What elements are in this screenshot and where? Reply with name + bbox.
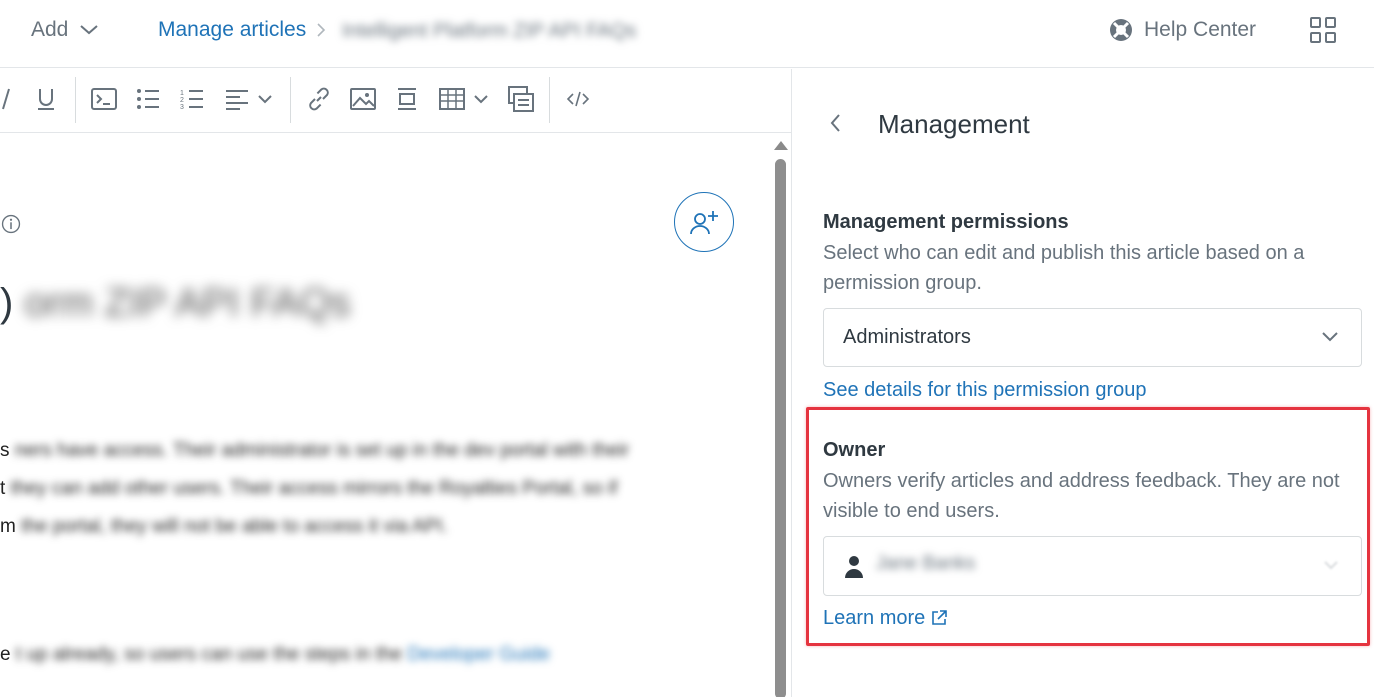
chevron-down-icon bbox=[80, 25, 99, 35]
lifebuoy-icon bbox=[1110, 19, 1132, 41]
embed-button[interactable] bbox=[393, 84, 421, 114]
owner-description: Owners verify articles and address feedb… bbox=[823, 470, 1340, 522]
editor-toolbar: 123 bbox=[0, 69, 792, 133]
link-icon bbox=[309, 87, 329, 111]
article-title[interactable]: ) orm ZIP API FAQs bbox=[0, 281, 350, 326]
external-link-icon bbox=[932, 610, 948, 625]
developer-guide-link[interactable]: Developer Guide bbox=[407, 644, 550, 665]
help-center-label: Help Center bbox=[1144, 18, 1257, 41]
editor-scrollbar[interactable] bbox=[770, 133, 792, 697]
paragraph-text: e bbox=[0, 644, 11, 665]
chevron-down-icon bbox=[474, 95, 488, 104]
align-left-icon bbox=[226, 90, 248, 110]
chevron-down-icon bbox=[1322, 332, 1338, 342]
content-block-icon bbox=[508, 86, 534, 112]
italic-icon bbox=[2, 88, 10, 110]
add-label: Add bbox=[31, 18, 69, 41]
italic-button[interactable] bbox=[0, 84, 14, 114]
editor-content[interactable]: ) orm ZIP API FAQs s ners have access. T… bbox=[0, 133, 770, 697]
toolbar-divider bbox=[549, 77, 550, 123]
svg-text:1: 1 bbox=[180, 90, 184, 97]
paragraph-text-blurred: t up already, so users can use the steps… bbox=[15, 644, 408, 665]
panel-title: Management bbox=[878, 109, 1030, 139]
content-block-button[interactable] bbox=[507, 84, 535, 114]
add-user-icon bbox=[690, 211, 718, 235]
learn-more-label: Learn more bbox=[823, 607, 926, 629]
paragraph-line: e t up already, so users can use the ste… bbox=[0, 637, 550, 673]
table-dropdown-button[interactable] bbox=[437, 84, 491, 114]
add-collaborator-button[interactable] bbox=[674, 192, 734, 252]
underline-button[interactable] bbox=[34, 84, 58, 114]
paragraph-text-blurred: they can add other users. Their access m… bbox=[10, 478, 618, 499]
paragraph-text-blurred: ners have access. Their administrator is… bbox=[14, 440, 630, 461]
paragraph-line: m the portal, they will not be able to a… bbox=[0, 509, 448, 545]
management-permissions-description: Select who can edit and publish this art… bbox=[823, 242, 1305, 294]
image-icon bbox=[350, 88, 376, 110]
article-title-blurred: orm ZIP API FAQs bbox=[24, 281, 351, 325]
source-code-icon bbox=[566, 91, 590, 107]
breadcrumb-current-article: Intelligent Platform ZIP API FAQs bbox=[342, 20, 637, 42]
permission-group-details-link[interactable]: See details for this permission group bbox=[823, 376, 1147, 404]
info-icon[interactable] bbox=[0, 212, 22, 236]
toolbar-divider bbox=[75, 77, 76, 123]
person-icon bbox=[845, 556, 863, 578]
code-block-button[interactable] bbox=[90, 84, 118, 114]
numbered-list-icon: 123 bbox=[180, 90, 203, 110]
scrollbar-thumb[interactable] bbox=[775, 159, 786, 697]
embed-icon bbox=[398, 88, 416, 110]
underline-icon bbox=[38, 89, 54, 110]
source-code-button[interactable] bbox=[564, 84, 592, 114]
paragraph-text-blurred: the portal, they will not be able to acc… bbox=[21, 516, 448, 537]
paragraph-text: s bbox=[0, 440, 10, 461]
owner-value: Jane Banks bbox=[876, 553, 976, 574]
paragraph-text: m bbox=[0, 516, 16, 537]
scroll-up-arrow[interactable] bbox=[774, 141, 788, 150]
permission-group-value: Administrators bbox=[843, 326, 971, 348]
svg-text:3: 3 bbox=[180, 104, 184, 110]
owner-select[interactable]: Jane Banks bbox=[823, 536, 1362, 596]
numbered-list-button[interactable]: 123 bbox=[179, 84, 205, 114]
chevron-down-icon bbox=[1324, 561, 1338, 570]
toolbar-divider bbox=[290, 77, 291, 123]
link-button[interactable] bbox=[305, 84, 333, 114]
paragraph-line: s ners have access. Their administrator … bbox=[0, 433, 629, 469]
chevron-right-icon bbox=[317, 23, 326, 37]
breadcrumb-manage-articles[interactable]: Manage articles bbox=[158, 16, 306, 44]
top-bar: Add Manage articles Intelligent Platform… bbox=[0, 0, 1374, 68]
svg-text:2: 2 bbox=[180, 97, 184, 104]
chevron-left-icon[interactable] bbox=[829, 112, 843, 134]
learn-more-link[interactable]: Learn more bbox=[823, 604, 948, 632]
help-center-button[interactable]: Help Center bbox=[1108, 16, 1256, 44]
table-icon bbox=[439, 88, 465, 110]
apps-grid-button[interactable] bbox=[1310, 17, 1336, 43]
management-permissions-heading: Management permissions bbox=[823, 211, 1069, 233]
bulleted-list-icon bbox=[137, 89, 159, 109]
management-panel: Management Management permissions Select… bbox=[793, 69, 1374, 697]
paragraph-line: t they can add other users. Their access… bbox=[0, 471, 617, 507]
align-dropdown-button[interactable] bbox=[223, 84, 275, 114]
paragraph-text: t bbox=[0, 478, 6, 499]
article-editor: 123 ) orm ZIP API FAQs s ners have acces… bbox=[0, 69, 792, 697]
owner-heading: Owner bbox=[823, 439, 886, 461]
grid-icon bbox=[1310, 17, 1336, 43]
chevron-down-icon bbox=[258, 95, 272, 104]
code-block-icon bbox=[91, 88, 117, 110]
article-title-prefix: ) bbox=[0, 281, 14, 325]
add-menu-button[interactable]: Add bbox=[31, 16, 99, 44]
image-button[interactable] bbox=[349, 84, 377, 114]
bulleted-list-button[interactable] bbox=[135, 84, 161, 114]
permission-group-select[interactable]: Administrators bbox=[823, 308, 1362, 367]
